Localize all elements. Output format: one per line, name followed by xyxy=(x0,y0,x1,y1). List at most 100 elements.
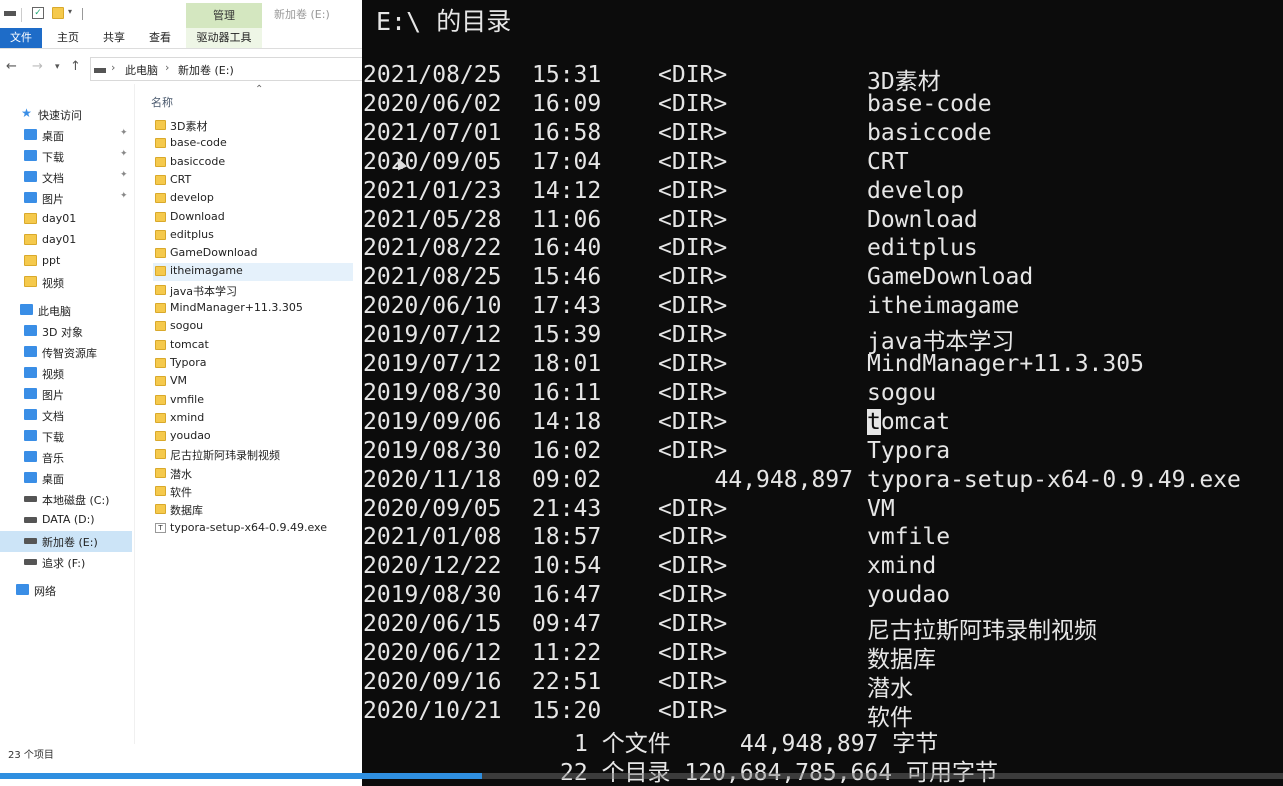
file-list-item[interactable]: vmfile xyxy=(153,392,353,410)
entry-dir-tag: <DIR> xyxy=(658,697,728,724)
file-list-item[interactable]: 数据库 xyxy=(153,501,353,519)
column-header-name[interactable]: 名称 xyxy=(151,94,173,110)
nav-item[interactable]: 传智资源库 xyxy=(0,342,132,363)
nav-item[interactable]: 网络 xyxy=(0,580,132,601)
file-list-item[interactable]: 潜水 xyxy=(153,465,353,483)
tab-home[interactable]: 主页 xyxy=(50,28,86,48)
entry-dir-tag: <DIR> xyxy=(658,611,728,638)
ribbon-tabs: 文件 主页 共享 查看 驱动器工具 xyxy=(0,28,362,49)
nav-item[interactable]: 视频 xyxy=(0,272,132,293)
file-list-item[interactable]: develop xyxy=(153,190,353,208)
tab-view[interactable]: 查看 xyxy=(142,28,178,48)
entry-name: editplus xyxy=(867,235,978,262)
nav-item[interactable]: 追求 (F:) xyxy=(0,552,132,573)
folder-icon xyxy=(24,276,37,287)
chevron-down-icon[interactable]: ▾ xyxy=(68,7,80,19)
nav-item[interactable]: 3D 对象 xyxy=(0,321,132,342)
entry-time: 16:47 xyxy=(532,582,602,609)
breadcrumb-this-pc[interactable]: 此电脑 xyxy=(125,62,158,78)
dir-entry-row: 2020/12/22 10:54 <DIR> xmind xyxy=(362,553,1283,582)
file-list-item[interactable]: 尼古拉斯阿玮录制视频 xyxy=(153,446,353,464)
nav-item[interactable]: 此电脑 xyxy=(0,300,132,321)
file-list-item[interactable]: Typora xyxy=(153,355,353,373)
entry-dir-tag: <DIR> xyxy=(658,437,728,464)
file-list-item[interactable]: xmind xyxy=(153,410,353,428)
nav-item[interactable]: day01 xyxy=(0,230,132,251)
tab-share[interactable]: 共享 xyxy=(96,28,132,48)
nav-item[interactable]: DATA (D:) xyxy=(0,510,132,531)
document-icon xyxy=(24,171,37,182)
dir-entry-row: 2020/06/15 09:47 <DIR> 尼古拉斯阿玮录制视频 xyxy=(362,611,1283,644)
drive-icon xyxy=(24,517,37,523)
nav-item[interactable]: ppt xyxy=(0,251,132,272)
nav-item[interactable]: 图片 ✦ xyxy=(0,188,132,209)
up-arrow-icon[interactable]: ↑ xyxy=(70,59,81,74)
address-bar[interactable]: › 此电脑 › 新加卷 (E:) xyxy=(90,57,362,81)
file-list-item[interactable]: VM xyxy=(153,373,353,391)
file-list-item[interactable]: GameDownload xyxy=(153,245,353,263)
nav-item[interactable]: 文档 xyxy=(0,405,132,426)
back-arrow-icon[interactable]: ← xyxy=(6,59,17,74)
entry-name: tomcat xyxy=(867,408,951,435)
properties-icon[interactable]: ✓ xyxy=(32,7,44,19)
entry-size: 44,948,897 xyxy=(714,466,853,493)
entry-date: 2020/09/16 xyxy=(363,668,502,695)
entry-name-rest: omcat xyxy=(880,408,951,435)
folder-icon xyxy=(155,156,166,167)
file-list-item[interactable]: MindManager+11.3.305 xyxy=(153,300,353,318)
dir-entry-row: 2020/09/16 22:51 <DIR> 潜水 xyxy=(362,668,1283,702)
file-list-item[interactable]: Download xyxy=(153,209,353,227)
file-list-item[interactable]: 软件 xyxy=(153,483,353,501)
tab-file[interactable]: 文件 xyxy=(0,28,42,48)
nav-item-label: day01 xyxy=(42,233,77,246)
file-list-item[interactable]: tomcat xyxy=(153,337,353,355)
file-list-item[interactable]: base-code xyxy=(153,135,353,153)
entry-date: 2019/08/30 xyxy=(363,379,502,406)
nav-item[interactable]: 下载 xyxy=(0,426,132,447)
nav-item[interactable]: 文档 ✦ xyxy=(0,167,132,188)
nav-item[interactable]: 音乐 xyxy=(0,447,132,468)
console-window[interactable]: E:\ 的目录 2021/08/25 15:31 <DIR> 3D素材 2020/06/… xyxy=(362,0,1283,786)
navigation-pane: ★ 快速访问 桌面 ✦ 下载 ✦ 文档 ✦ 图片 ✦ day01 day01 ppt 视频 此电脑 3D 对象… xyxy=(0,98,134,738)
manage-context-tab[interactable]: 管理 xyxy=(186,3,262,28)
nav-item-label: 追求 (F:) xyxy=(42,557,86,570)
new-folder-icon[interactable] xyxy=(52,7,64,19)
entry-time: 09:47 xyxy=(532,611,602,638)
nav-item[interactable]: 下载 ✦ xyxy=(0,146,132,167)
file-list: ⌃ 名称 3D素材 base-code basiccode CRT develop Dow… xyxy=(134,84,362,744)
file-list-item[interactable]: itheimagame xyxy=(153,263,353,282)
entry-dir-tag: <DIR> xyxy=(658,90,728,117)
nav-item[interactable]: ★ 快速访问 xyxy=(0,104,132,125)
file-list-item[interactable]: Ttypora-setup-x64-0.9.49.exe xyxy=(153,520,353,538)
folder-icon xyxy=(24,234,37,245)
nav-item-label: 图片 xyxy=(42,389,64,402)
breadcrumb-separator[interactable]: › xyxy=(165,61,169,74)
file-list-item[interactable]: youdao xyxy=(153,428,353,446)
nav-item-label: 文档 xyxy=(42,172,64,185)
file-list-item[interactable]: CRT xyxy=(153,172,353,190)
nav-item[interactable]: 视频 xyxy=(0,363,132,384)
file-list-item[interactable]: sogou xyxy=(153,318,353,336)
dir-entry-row: 2021/08/22 16:40 <DIR> editplus xyxy=(362,235,1283,264)
entry-time: 15:31 xyxy=(532,62,602,88)
file-list-item[interactable]: 3D素材 xyxy=(153,117,353,135)
file-list-item[interactable]: basiccode xyxy=(153,154,353,172)
file-list-item[interactable]: editplus xyxy=(153,227,353,245)
dir-entry-row: 2020/11/18 09:02 44,948,897 typora-setup-x6… xyxy=(362,467,1283,496)
nav-item[interactable]: day01 xyxy=(0,209,132,230)
tab-drive-tools[interactable]: 驱动器工具 xyxy=(186,28,262,48)
nav-item[interactable]: 新加卷 (E:) xyxy=(0,531,132,552)
video-progress-bar[interactable] xyxy=(0,773,1283,779)
file-name: Typora xyxy=(170,355,207,369)
file-list-item[interactable]: java书本学习 xyxy=(153,282,353,300)
breadcrumb-drive-e[interactable]: 新加卷 (E:) xyxy=(178,62,234,78)
file-name: CRT xyxy=(170,172,192,186)
recent-locations-chevron-icon[interactable]: ▾ xyxy=(55,62,60,72)
breadcrumb-separator[interactable]: › xyxy=(111,61,115,74)
nav-item[interactable]: 桌面 xyxy=(0,468,132,489)
nav-item[interactable]: 图片 xyxy=(0,384,132,405)
nav-item[interactable]: 桌面 ✦ xyxy=(0,125,132,146)
drive-icon[interactable] xyxy=(4,11,16,16)
nav-item[interactable]: 本地磁盘 (C:) xyxy=(0,489,132,510)
forward-arrow-icon[interactable]: → xyxy=(32,59,43,74)
